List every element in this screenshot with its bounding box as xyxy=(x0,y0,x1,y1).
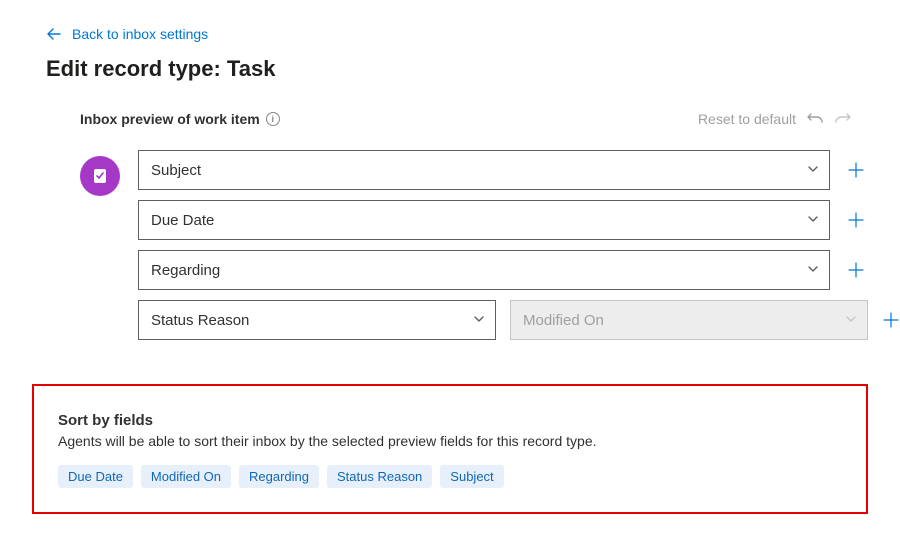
sort-chip[interactable]: Subject xyxy=(440,465,503,488)
field-select-status-reason[interactable]: Status Reason xyxy=(138,300,496,340)
field-select-modified-on: Modified On xyxy=(510,300,868,340)
sort-chip[interactable]: Modified On xyxy=(141,465,231,488)
reset-to-default-button[interactable]: Reset to default xyxy=(698,111,796,127)
add-field-button[interactable] xyxy=(844,158,868,182)
field-select-value: Status Reason xyxy=(151,312,249,329)
page-title: Edit record type: Task xyxy=(46,56,868,82)
back-to-inbox-settings-link[interactable]: Back to inbox settings xyxy=(46,26,868,42)
add-field-button[interactable] xyxy=(844,258,868,282)
add-field-button[interactable] xyxy=(882,308,900,332)
field-select-regarding[interactable]: Regarding xyxy=(138,250,830,290)
undo-icon[interactable] xyxy=(806,110,824,128)
sort-chip[interactable]: Due Date xyxy=(58,465,133,488)
add-field-button[interactable] xyxy=(844,208,868,232)
field-select-value: Subject xyxy=(151,162,201,179)
record-type-icon xyxy=(80,156,120,196)
sort-title: Sort by fields xyxy=(58,412,842,429)
chevron-down-icon xyxy=(807,162,819,179)
chevron-down-icon xyxy=(473,312,485,329)
chevron-down-icon xyxy=(807,212,819,229)
info-icon[interactable]: i xyxy=(266,112,280,126)
sort-chip-group: Due Date Modified On Regarding Status Re… xyxy=(58,465,842,488)
arrow-left-icon xyxy=(46,26,62,42)
sort-description: Agents will be able to sort their inbox … xyxy=(58,433,842,449)
section-title: Inbox preview of work item i xyxy=(80,111,280,127)
field-select-subject[interactable]: Subject xyxy=(138,150,830,190)
redo-icon[interactable] xyxy=(834,110,852,128)
field-select-value: Due Date xyxy=(151,212,214,229)
sort-chip[interactable]: Regarding xyxy=(239,465,319,488)
field-select-value: Modified On xyxy=(523,312,604,329)
section-title-text: Inbox preview of work item xyxy=(80,111,260,127)
sort-by-fields-panel: Sort by fields Agents will be able to so… xyxy=(32,384,868,514)
field-select-value: Regarding xyxy=(151,262,220,279)
chevron-down-icon xyxy=(807,262,819,279)
field-select-due-date[interactable]: Due Date xyxy=(138,200,830,240)
sort-chip[interactable]: Status Reason xyxy=(327,465,432,488)
back-link-label: Back to inbox settings xyxy=(72,26,208,42)
chevron-down-icon xyxy=(845,312,857,329)
